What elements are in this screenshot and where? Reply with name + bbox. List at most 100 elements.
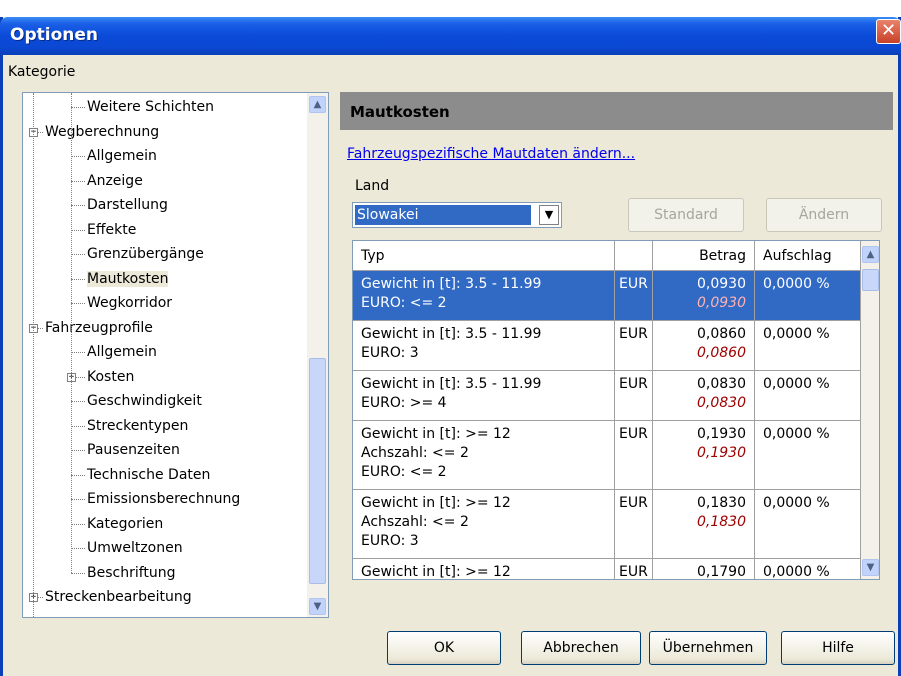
betrag-value: 0,1790 bbox=[697, 564, 746, 580]
standard-button[interactable]: Standard bbox=[628, 198, 744, 232]
apply-button[interactable]: Übernehmen bbox=[649, 631, 767, 665]
tree-connector bbox=[71, 523, 85, 525]
aufschlag-cell: 0,0000 % bbox=[755, 559, 861, 579]
tree-item[interactable]: Umweltzonen bbox=[87, 536, 183, 560]
tree-item[interactable]: Emissionsberechnung bbox=[87, 487, 240, 511]
tree-item-label: Allgemein bbox=[87, 148, 157, 164]
column-header-typ[interactable]: Typ bbox=[353, 241, 615, 271]
betrag-alt-value: 0,1830 bbox=[697, 514, 746, 530]
tree-item[interactable]: Wegkorridor bbox=[87, 291, 172, 315]
tree-connector bbox=[71, 425, 85, 427]
tree-item[interactable]: Kategorien bbox=[87, 512, 163, 536]
tree-item-label: Darstellung bbox=[87, 197, 168, 213]
tree-item-label: Streckenbearbeitung bbox=[45, 589, 192, 605]
land-value: Slowakei bbox=[355, 205, 531, 225]
tree-item[interactable]: Technische Daten bbox=[87, 463, 210, 487]
tree-item[interactable]: Pausenzeiten bbox=[87, 438, 180, 462]
land-select[interactable]: Slowakei ▼ bbox=[352, 202, 562, 228]
table-row[interactable]: Gewicht in [t]: >= 12 Achszahl: <= 2 EURO:… bbox=[353, 490, 861, 559]
tree-connector bbox=[71, 474, 85, 476]
tree-connector bbox=[71, 278, 85, 280]
tree-item[interactable]: Grenzübergänge bbox=[87, 242, 204, 266]
betrag-alt-value: 0,0930 bbox=[697, 295, 746, 311]
scroll-thumb[interactable] bbox=[309, 358, 326, 584]
table-scrollbar[interactable]: ▲ ▼ bbox=[861, 241, 879, 579]
tree-item-label: Umweltzonen bbox=[87, 540, 183, 556]
tree-item[interactable]: Effekte bbox=[87, 218, 136, 242]
aufschlag-cell: 0,0000 % bbox=[755, 321, 861, 370]
tree-item[interactable]: Allgemein bbox=[87, 144, 157, 168]
betrag-value: 0,0830 bbox=[697, 376, 746, 392]
scroll-up-icon[interactable]: ▲ bbox=[309, 96, 326, 113]
table-row[interactable]: Gewicht in [t]: >= 12 Achszahl: <= 2 EURO:… bbox=[353, 421, 861, 490]
tree-item[interactable]: Mautkosten bbox=[87, 267, 169, 291]
typ-line: Gewicht in [t]: 3.5 - 11.99 bbox=[361, 376, 542, 392]
column-header-aufschlag[interactable]: Aufschlag bbox=[755, 241, 861, 271]
scroll-down-icon[interactable]: ▼ bbox=[309, 598, 326, 615]
tree-connector bbox=[71, 548, 85, 549]
table-row[interactable]: Gewicht in [t]: 3.5 - 11.99 EURO: <= 2 EUR… bbox=[353, 271, 861, 321]
betrag-cell: 0,1930 0,1930 bbox=[653, 421, 755, 489]
typ-line: Gewicht in [t]: 3.5 - 11.99 bbox=[361, 276, 542, 292]
tree-item[interactable]: Streckentypen bbox=[87, 414, 188, 438]
tree-connector bbox=[71, 205, 85, 206]
tree-connector bbox=[71, 180, 85, 182]
currency-cell: EUR bbox=[615, 271, 653, 320]
tree-item[interactable]: Allgemein bbox=[87, 340, 157, 364]
tree-item[interactable]: Darstellung bbox=[87, 193, 168, 217]
tree-connector bbox=[71, 572, 85, 574]
tree-item[interactable]: Kosten bbox=[87, 365, 134, 389]
tree-item[interactable]: Anzeige bbox=[87, 169, 143, 193]
tree-item[interactable]: Weitere Schichten bbox=[87, 95, 214, 119]
betrag-value: 0,0860 bbox=[697, 326, 746, 342]
tree-scrollbar[interactable]: ▲ ▼ bbox=[307, 93, 328, 617]
typ-cell: Gewicht in [t]: >= 12 Achszahl: <= 2 EURO:… bbox=[353, 421, 615, 489]
table-row[interactable]: Gewicht in [t]: 3.5 - 11.99 EURO: 3 EUR 0,0… bbox=[353, 321, 861, 371]
change-button[interactable]: Ändern bbox=[766, 198, 882, 232]
close-button[interactable]: ✕ bbox=[876, 19, 901, 44]
tree-item-label: Emissionsberechnung bbox=[87, 491, 241, 507]
tree-connector bbox=[71, 93, 72, 573]
column-header-betrag[interactable]: Betrag bbox=[653, 241, 755, 271]
tree-item-label: Kategorien bbox=[87, 515, 164, 532]
tree-item-label: Weitere Schichten bbox=[87, 99, 215, 115]
aufschlag-cell: 0,0000 % bbox=[755, 271, 861, 320]
help-button[interactable]: Hilfe bbox=[781, 631, 895, 665]
toll-table[interactable]: Typ Betrag Aufschlag ▲ ▼ Gewicht in [t]:… bbox=[352, 240, 880, 580]
tree-item-label: Grenzübergänge bbox=[87, 246, 204, 262]
tree-item[interactable]: Geschwindigkeit bbox=[87, 389, 202, 413]
tree-connector bbox=[71, 303, 85, 304]
tree-connector bbox=[33, 93, 34, 617]
betrag-alt-value: 0,0830 bbox=[697, 395, 746, 411]
tree-item[interactable]: Fahrzeugprofile bbox=[45, 316, 153, 340]
typ-line: Achszahl: <= 2 bbox=[361, 445, 469, 461]
scroll-up-icon[interactable]: ▲ bbox=[862, 246, 879, 263]
tree-connector bbox=[71, 352, 85, 353]
tree-item[interactable]: Beschriftung bbox=[87, 561, 176, 585]
ok-button[interactable]: OK bbox=[387, 631, 501, 665]
tree-item-label: Allgemein bbox=[87, 344, 157, 360]
betrag-alt-value: 0,0860 bbox=[697, 345, 746, 361]
column-header-currency[interactable] bbox=[615, 241, 653, 271]
scroll-down-icon[interactable]: ▼ bbox=[862, 559, 879, 576]
tree-item[interactable]: Wegberechnung bbox=[45, 120, 159, 144]
betrag-cell: 0,0860 0,0860 bbox=[653, 321, 755, 370]
cancel-button[interactable]: Abbrechen bbox=[521, 631, 641, 665]
category-tree[interactable]: ▲ ▼ Weitere Schichten Wegberechnung − Allge… bbox=[22, 92, 329, 618]
betrag-cell: 0,0830 0,0830 bbox=[653, 371, 755, 420]
scroll-thumb[interactable] bbox=[862, 269, 879, 291]
tree-connector bbox=[71, 450, 85, 451]
typ-line: Achszahl: <= 2 bbox=[361, 514, 469, 530]
table-row[interactable]: Gewicht in [t]: 3.5 - 11.99 EURO: >= 4 EUR… bbox=[353, 371, 861, 421]
typ-cell: Gewicht in [t]: 3.5 - 11.99 EURO: <= 2 bbox=[353, 271, 615, 320]
window-title: Optionen bbox=[10, 25, 98, 45]
currency-cell: EUR bbox=[615, 371, 653, 420]
tree-item[interactable]: Streckenbearbeitung bbox=[45, 585, 192, 609]
currency-cell: EUR bbox=[615, 421, 653, 489]
table-row[interactable]: Gewicht in [t]: >= 12Achszahl: <= 2EUR 0,… bbox=[353, 559, 861, 580]
chevron-down-icon[interactable]: ▼ bbox=[539, 205, 559, 225]
tree-item-label: Mautkosten bbox=[87, 270, 169, 287]
tree-item-label: Effekte bbox=[87, 221, 137, 238]
vehicle-toll-data-link[interactable]: Fahrzeugspezifische Mautdaten ändern... bbox=[347, 146, 635, 162]
currency-cell: EUR bbox=[615, 559, 653, 579]
